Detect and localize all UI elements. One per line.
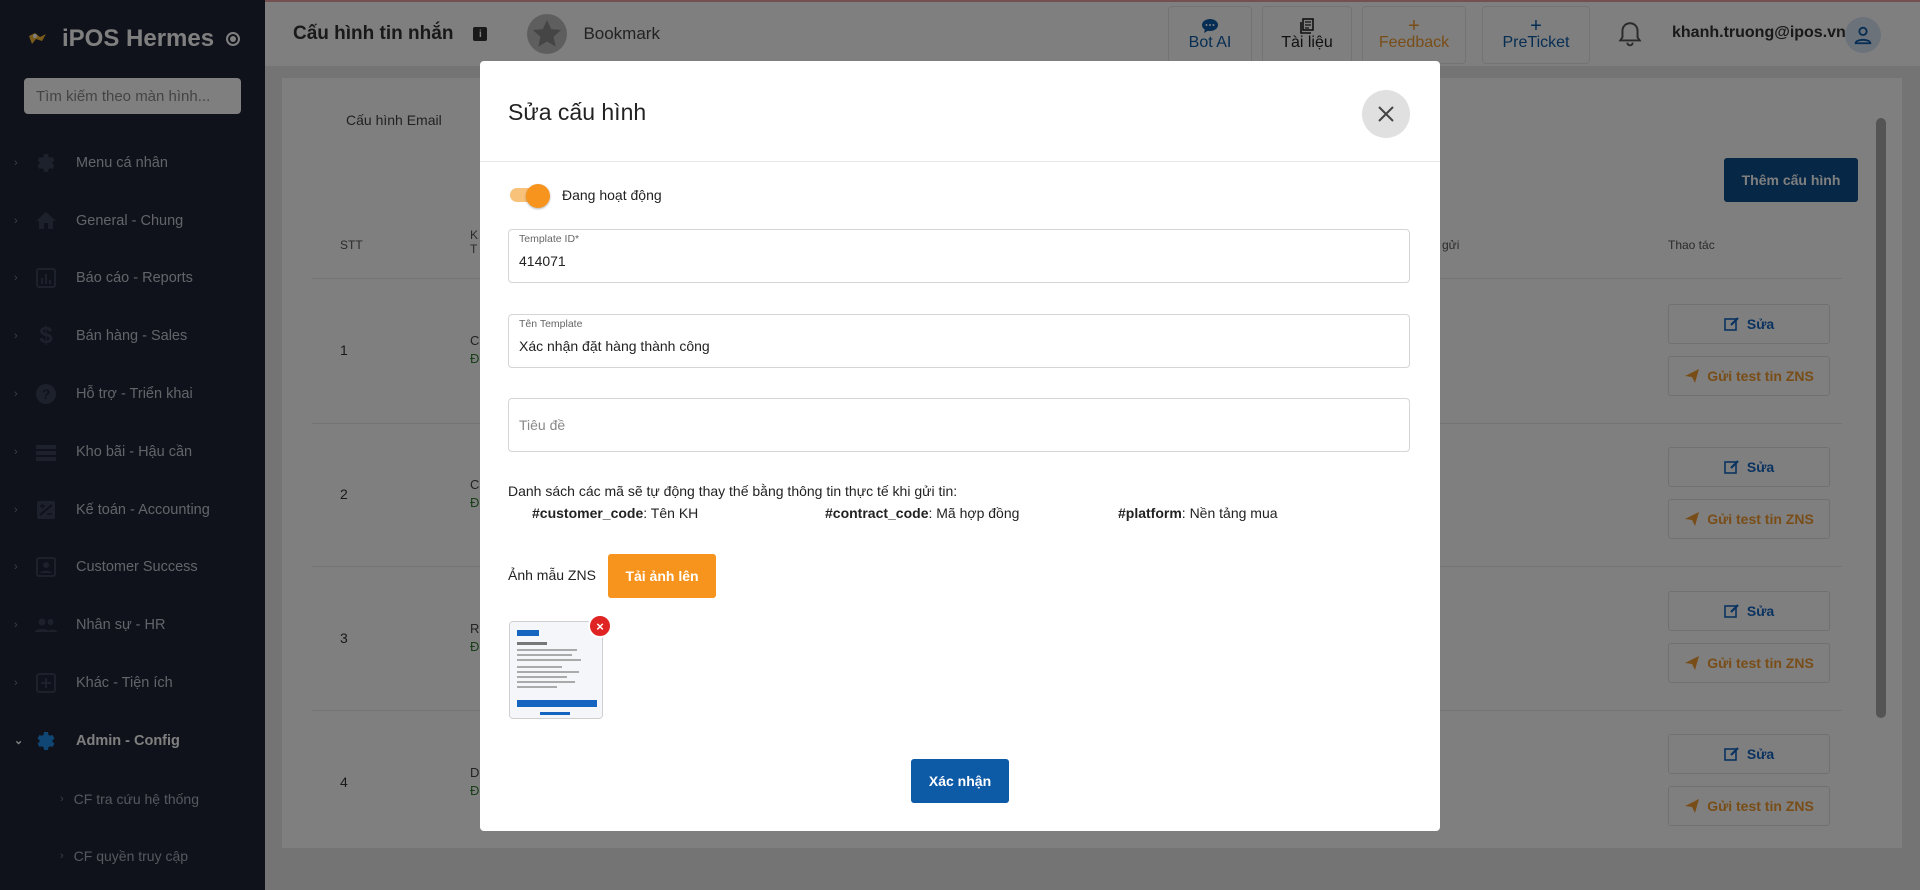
subject-placeholder: Tiêu đề bbox=[519, 417, 566, 433]
zns-image-thumbnail[interactable] bbox=[509, 621, 603, 719]
subject-field[interactable]: Tiêu đề bbox=[508, 398, 1410, 452]
confirm-label: Xác nhận bbox=[928, 773, 992, 789]
code-desc: : Tên KH bbox=[643, 505, 699, 521]
edit-config-modal: Sửa cấu hình Đang hoạt động Template ID*… bbox=[480, 61, 1440, 831]
upload-image-label: Tải ảnh lên bbox=[625, 568, 699, 584]
code-item: #customer_code: Tên KH bbox=[532, 505, 698, 521]
confirm-button[interactable]: Xác nhận bbox=[911, 759, 1009, 803]
upload-image-button[interactable]: Tải ảnh lên bbox=[608, 554, 716, 598]
template-name-value: Xác nhận đặt hàng thành công bbox=[519, 338, 710, 354]
remove-image-icon[interactable]: × bbox=[588, 614, 612, 638]
close-icon bbox=[1378, 106, 1394, 122]
modal-title: Sửa cấu hình bbox=[508, 99, 647, 125]
template-name-field[interactable]: Tên Template Xác nhận đặt hàng thành côn… bbox=[508, 314, 1410, 368]
template-id-label: Template ID* bbox=[519, 233, 580, 245]
code-item: #contract_code: Mã hợp đồng bbox=[825, 505, 1019, 521]
code-name: #platform bbox=[1118, 505, 1182, 521]
code-name: #contract_code bbox=[825, 505, 929, 521]
code-desc: : Mã hợp đồng bbox=[928, 505, 1020, 521]
template-id-field[interactable]: Template ID* 414071 bbox=[508, 229, 1410, 283]
code-item: #platform: Nền tảng mua bbox=[1118, 505, 1278, 521]
modal-header: Sửa cấu hình bbox=[480, 61, 1440, 162]
code-name: #customer_code bbox=[532, 505, 644, 521]
toggle-knob bbox=[526, 184, 550, 208]
zns-preview-image bbox=[510, 622, 602, 718]
codes-intro-text: Danh sách các mã sẽ tự động thay thế bằn… bbox=[508, 483, 958, 499]
code-desc: : Nền tảng mua bbox=[1181, 505, 1278, 521]
active-toggle-label: Đang hoạt động bbox=[562, 187, 662, 203]
template-id-value: 414071 bbox=[519, 253, 566, 269]
active-toggle-row: Đang hoạt động bbox=[508, 184, 662, 208]
active-toggle[interactable] bbox=[508, 184, 552, 208]
close-button[interactable] bbox=[1362, 90, 1410, 138]
template-name-label: Tên Template bbox=[519, 318, 583, 330]
zns-image-label: Ảnh mẫu ZNS bbox=[508, 567, 596, 583]
